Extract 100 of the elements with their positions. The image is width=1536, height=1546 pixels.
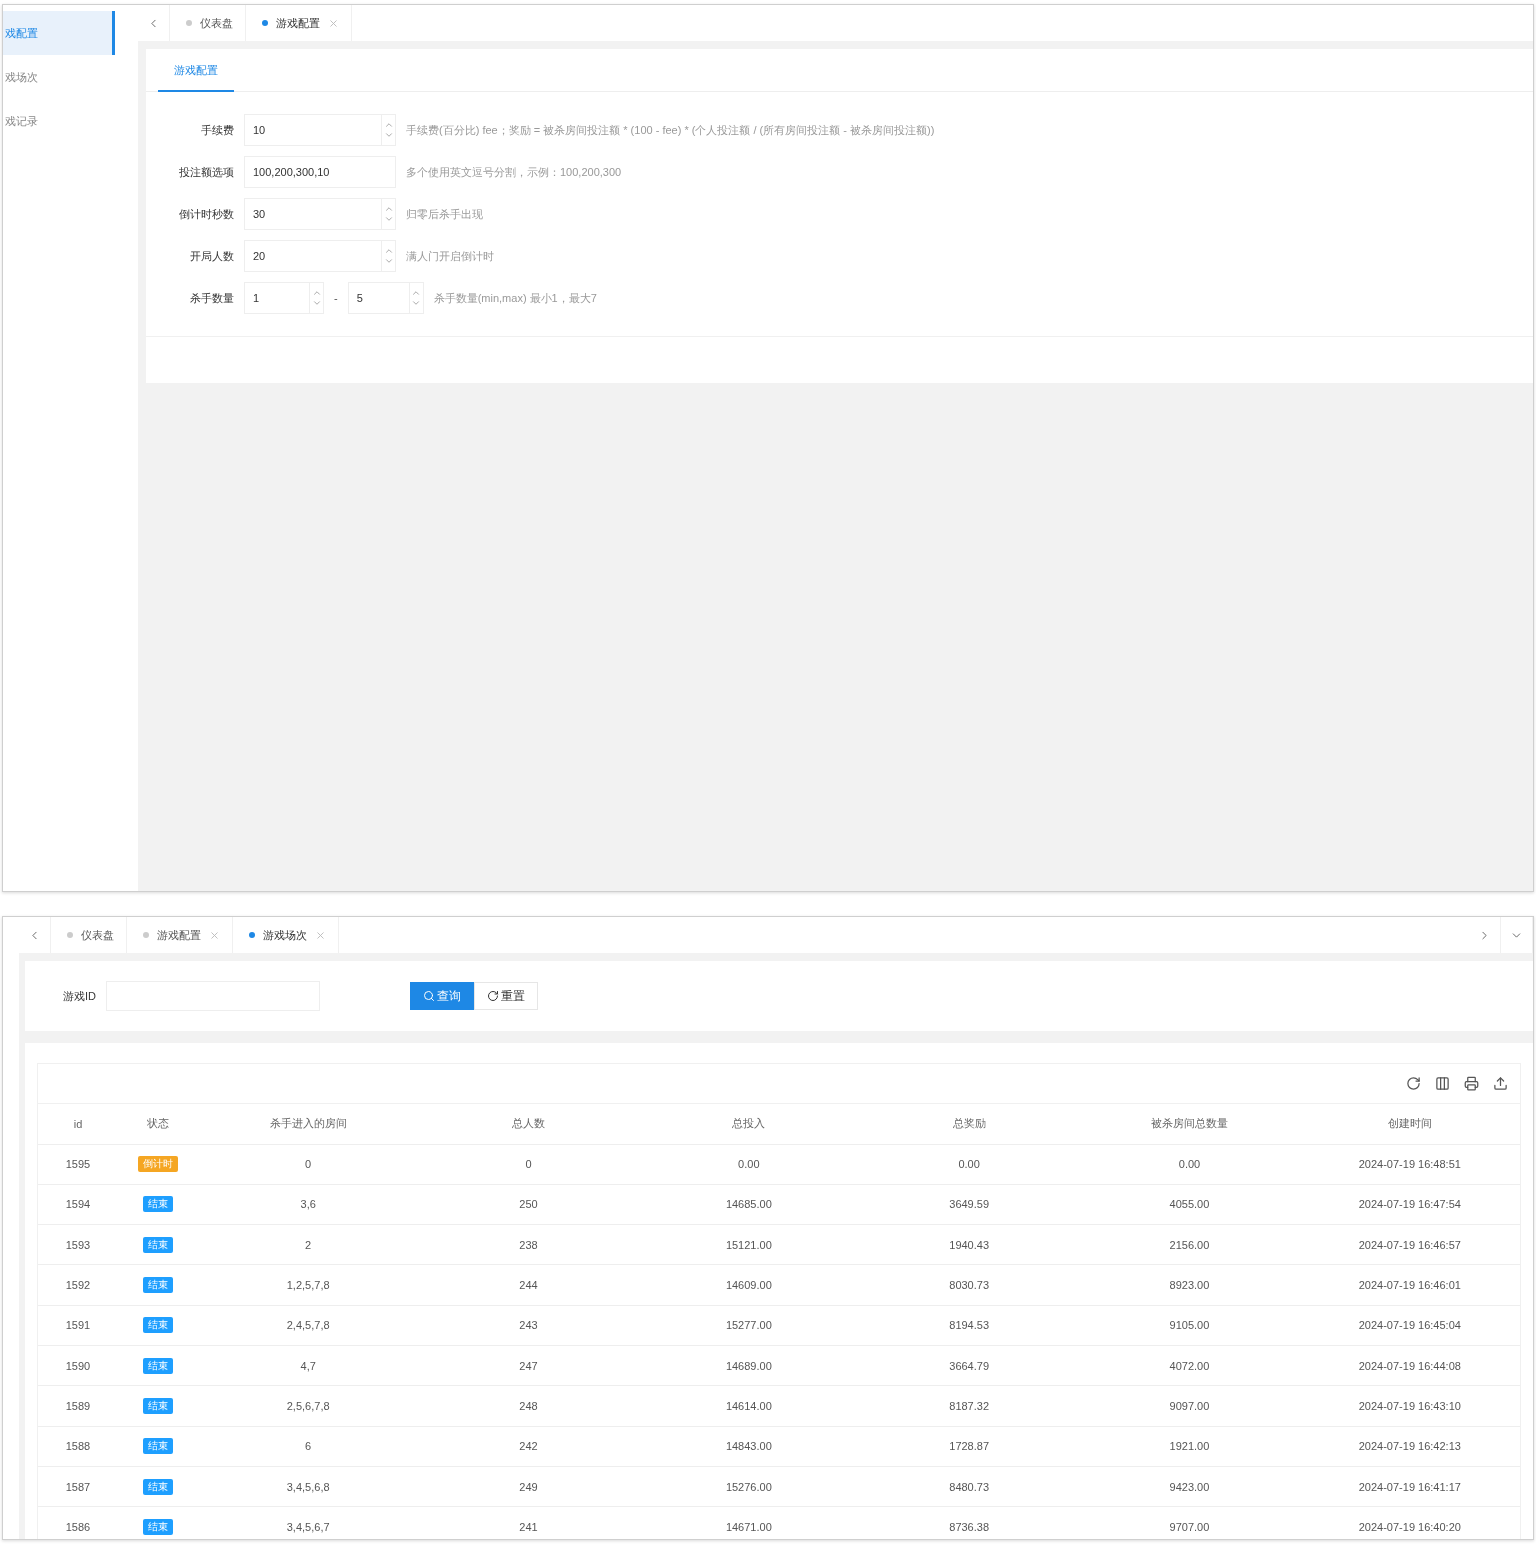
refresh-icon [487,990,499,1002]
table-cell: 8480.73 [859,1466,1080,1507]
number-spinner[interactable] [381,241,395,271]
table-cell: 8187.32 [859,1385,1080,1427]
status-tag: 倒计时 [138,1156,178,1173]
column-header[interactable]: 被杀房间总数量 [1079,1104,1300,1144]
table-cell: 2024-07-19 16:45:04 [1299,1305,1520,1346]
status-tag: 结束 [143,1478,173,1495]
table-cell: 2,4,5,7,8 [198,1305,419,1346]
text-input[interactable]: 100,200,300,10 [244,156,396,188]
table-cell: 238 [418,1224,639,1265]
status-tag: 结束 [143,1438,173,1455]
table-cell: 9707.00 [1079,1506,1300,1539]
column-header[interactable]: 总人数 [418,1104,639,1144]
column-header[interactable]: 杀手进入的房间 [198,1104,419,1144]
close-icon[interactable] [209,929,220,941]
field-hint: 满人门开启倒计时 [406,248,494,264]
columns-icon[interactable] [1435,1076,1450,1091]
table-cell: 1593 [38,1224,118,1265]
up-icon [411,288,422,298]
column-header[interactable]: 总奖励 [859,1104,1080,1144]
number-input[interactable]: 1 [244,282,324,314]
field-hint: 归零后杀手出现 [406,206,483,222]
reset-button[interactable]: 重置 [474,982,538,1010]
table-cell: 14685.00 [638,1184,859,1225]
table-cell: 243 [418,1305,639,1346]
status-tag: 结束 [143,1277,173,1294]
field-hint: 手续费(百分比) fee；奖励 = 被杀房间投注额 * (100 - fee) * (个人投注额 / (所有房间投注额 - 被杀房间投注额)) [406,122,935,138]
number-input[interactable]: 30 [244,198,396,230]
tab[interactable]: 游戏场次 [233,917,339,953]
column-header[interactable]: id [38,1104,118,1144]
table-cell: 15121.00 [638,1224,859,1265]
print-icon[interactable] [1464,1076,1479,1091]
table-cell: 4055.00 [1079,1184,1300,1225]
column-header[interactable]: 创建时间 [1299,1104,1520,1144]
table-cell: 248 [418,1385,639,1427]
table-cell: 2024-07-19 16:46:57 [1299,1224,1520,1265]
number-input[interactable]: 5 [347,282,424,314]
table-cell: 1940.43 [859,1224,1080,1265]
table-cell: 8030.73 [859,1264,1080,1306]
table-cell: 0 [418,1144,639,1185]
field-label: 游戏ID [63,988,96,1004]
number-input[interactable]: 20 [244,240,396,272]
tab[interactable]: 游戏配置 [127,917,233,953]
table-cell: 0.00 [859,1144,1080,1185]
table-cell: 15277.00 [638,1305,859,1346]
table-cell: 14614.00 [638,1385,859,1427]
table-cell: 1588 [38,1426,118,1467]
field-label: 杀手数量 [189,290,234,306]
table-cell: 1591 [38,1305,118,1346]
field-label: 倒计时秒数 [178,206,234,222]
sidebar-item[interactable]: 戏配置 [3,11,115,55]
tab[interactable]: 仪表盘 [51,917,127,953]
table-cell: 1921.00 [1079,1426,1300,1467]
table-cell: 1592 [38,1264,118,1306]
table-cell: 1594 [38,1184,118,1225]
down-icon [411,298,422,308]
table-cell: 8194.53 [859,1305,1080,1346]
table-cell: 0 [198,1144,419,1185]
table-cell: 244 [418,1264,639,1306]
status-tag: 结束 [143,1518,173,1535]
column-header[interactable]: 状态 [118,1104,198,1144]
range-separator: - [334,292,338,304]
table-cell: 14671.00 [638,1506,859,1539]
inner-tab[interactable]: 游戏配置 [158,49,234,92]
table-cell: 2024-07-19 16:40:20 [1299,1506,1520,1539]
table-cell: 4,7 [198,1345,419,1386]
table-cell: 241 [418,1506,639,1539]
status-tag: 结束 [143,1357,173,1374]
status-tag: 结束 [143,1196,173,1213]
table-cell: 3,4,5,6,8 [198,1466,419,1507]
table-cell: 2024-07-19 16:46:01 [1299,1264,1520,1306]
tab[interactable]: 游戏配置 [246,5,352,41]
table-cell: 1590 [38,1345,118,1386]
down-icon [383,256,394,266]
table-cell: 1728.87 [859,1426,1080,1467]
number-input[interactable]: 10 [244,114,396,146]
close-icon[interactable] [315,929,326,941]
table-cell: 9423.00 [1079,1466,1300,1507]
number-spinner[interactable] [381,199,395,229]
table-cell: 6 [198,1426,419,1467]
table-cell: 1589 [38,1385,118,1427]
upload-icon[interactable] [1493,1076,1508,1091]
column-header[interactable]: 总投入 [638,1104,859,1144]
table-cell: 0.00 [1079,1144,1300,1185]
table-cell: 2156.00 [1079,1224,1300,1265]
search-button[interactable]: 查询 [410,982,474,1010]
table-cell: 1586 [38,1506,118,1539]
table-cell: 14609.00 [638,1264,859,1306]
down-icon [311,298,322,308]
close-icon[interactable] [328,17,339,29]
number-spinner[interactable] [309,283,323,313]
table-cell: 2,5,6,7,8 [198,1385,419,1427]
down-icon [383,130,394,140]
table-cell: 3,4,5,6,7 [198,1506,419,1539]
refresh-icon[interactable] [1406,1076,1421,1091]
table-cell: 8923.00 [1079,1264,1300,1306]
number-spinner[interactable] [381,115,395,145]
status-tag: 结束 [143,1236,173,1253]
tab[interactable]: 仪表盘 [170,5,246,41]
